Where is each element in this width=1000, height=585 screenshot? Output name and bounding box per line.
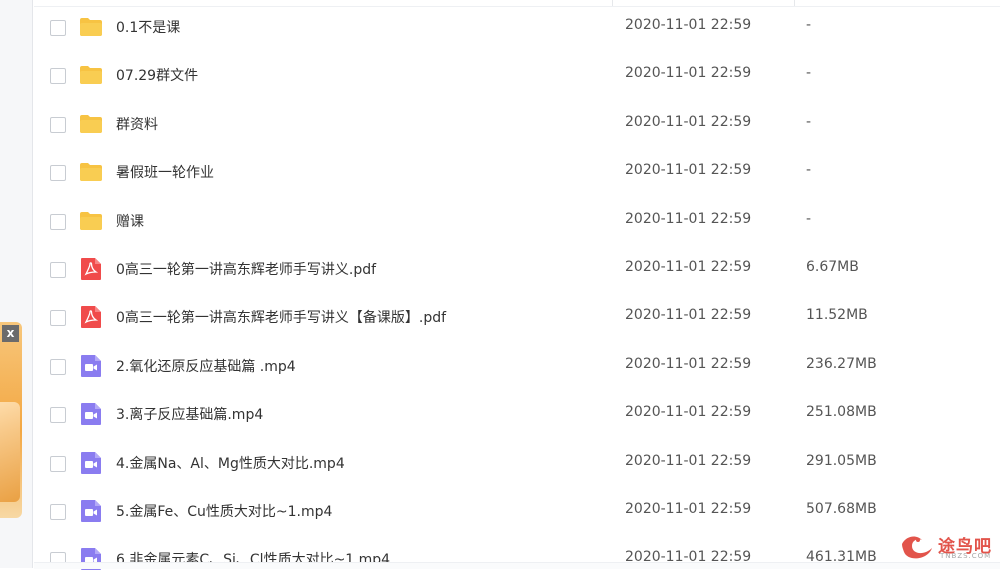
file-row[interactable]: 2.氧化还原反应基础篇 .mp4 2020-11-01 22:59 236.27MB: [34, 344, 1000, 392]
file-row[interactable]: 赠课 2020-11-01 22:59 -: [34, 199, 1000, 247]
file-modified-time: 2020-11-01 22:59: [625, 210, 752, 227]
file-name[interactable]: 07.29群文件: [116, 65, 198, 85]
file-size: -: [806, 65, 812, 82]
folder-icon: [79, 15, 103, 39]
file-size: -: [806, 210, 812, 227]
video-icon: [79, 402, 103, 426]
file-modified-time: 2020-11-01 22:59: [625, 404, 752, 421]
video-icon: [79, 499, 103, 523]
folder-icon: [79, 63, 103, 87]
ad-artwork: [0, 402, 20, 502]
file-row[interactable]: 07.29群文件 2020-11-01 22:59 -: [34, 53, 1000, 101]
pdf-icon: [79, 257, 103, 281]
file-name[interactable]: 4.金属Na、Al、Mg性质大对比.mp4: [116, 453, 345, 473]
pdf-icon: [79, 305, 103, 329]
folder-icon: [79, 160, 103, 184]
file-modified-time: 2020-11-01 22:59: [625, 65, 752, 82]
watermark-logo: 途鸟吧 TNBZS.COM: [898, 528, 998, 564]
file-name[interactable]: 群资料: [116, 114, 158, 134]
file-name[interactable]: 暑假班一轮作业: [116, 162, 214, 182]
file-row[interactable]: 0高三一轮第一讲高东辉老师手写讲义【备课版】.pdf 2020-11-01 22:…: [34, 295, 1000, 343]
file-list: 0.1不是课 2020-11-01 22:59 - 07.29群文件 2020-11-0…: [34, 0, 1000, 571]
watermark-subtext: TNBZS.COM: [940, 552, 992, 560]
video-icon: [79, 451, 103, 475]
file-modified-time: 2020-11-01 22:59: [625, 501, 752, 517]
file-size: 11.52MB: [806, 307, 868, 324]
file-modified-time: 2020-11-01 22:59: [625, 452, 752, 469]
left-panel: x: [0, 0, 33, 568]
file-name[interactable]: 2.氧化还原反应基础篇 .mp4: [116, 356, 296, 376]
row-checkbox[interactable]: [50, 116, 66, 133]
row-checkbox[interactable]: [50, 262, 66, 278]
row-checkbox[interactable]: [50, 213, 66, 230]
row-checkbox[interactable]: [50, 504, 66, 520]
bird-icon: [902, 536, 932, 559]
file-row[interactable]: 0高三一轮第一讲高东辉老师手写讲义.pdf 2020-11-01 22:59 6.6…: [34, 247, 1000, 295]
file-modified-time: 2020-11-01 22:59: [625, 113, 752, 130]
file-size: -: [806, 17, 812, 33]
row-checkbox[interactable]: [50, 407, 66, 424]
file-size: -: [806, 162, 812, 179]
file-modified-time: 2020-11-01 22:59: [625, 307, 752, 324]
file-name[interactable]: 0.1不是课: [116, 17, 180, 37]
file-row[interactable]: 群资料 2020-11-01 22:59 -: [34, 102, 1000, 150]
file-row[interactable]: 0.1不是课 2020-11-01 22:59 -: [34, 5, 1000, 53]
file-name[interactable]: 5.金属Fe、Cu性质大对比~1.mp4: [116, 501, 332, 521]
row-checkbox[interactable]: [50, 165, 66, 182]
file-row[interactable]: 4.金属Na、Al、Mg性质大对比.mp4 2020-11-01 22:59 291…: [34, 441, 1000, 489]
file-size: -: [806, 113, 812, 130]
file-row[interactable]: 暑假班一轮作业 2020-11-01 22:59 -: [34, 150, 1000, 198]
file-row[interactable]: 5.金属Fe、Cu性质大对比~1.mp4 2020-11-01 22:59 507.…: [34, 489, 1000, 537]
row-checkbox[interactable]: [50, 455, 66, 472]
row-checkbox[interactable]: [50, 310, 66, 327]
file-modified-time: 2020-11-01 22:59: [625, 17, 752, 33]
folder-icon: [79, 112, 103, 136]
file-size: 6.67MB: [806, 259, 859, 275]
file-name[interactable]: 0高三一轮第一讲高东辉老师手写讲义.pdf: [116, 259, 376, 279]
folder-icon: [79, 209, 103, 233]
file-name[interactable]: 赠课: [116, 211, 144, 231]
file-size: 507.68MB: [806, 501, 877, 517]
row-checkbox[interactable]: [50, 358, 66, 375]
file-modified-time: 2020-11-01 22:59: [625, 162, 752, 179]
file-modified-time: 2020-11-01 22:59: [625, 355, 752, 372]
side-ad-banner[interactable]: x: [0, 322, 22, 518]
ad-close-button[interactable]: x: [2, 325, 19, 342]
file-name[interactable]: 3.离子反应基础篇.mp4: [116, 404, 263, 424]
video-icon: [79, 354, 103, 378]
row-checkbox[interactable]: [50, 20, 66, 36]
row-checkbox[interactable]: [50, 68, 66, 85]
file-size: 236.27MB: [806, 355, 877, 372]
file-name[interactable]: 0高三一轮第一讲高东辉老师手写讲义【备课版】.pdf: [116, 307, 446, 327]
file-modified-time: 2020-11-01 22:59: [625, 259, 752, 275]
file-row[interactable]: 3.离子反应基础篇.mp4 2020-11-01 22:59 251.08MB: [34, 392, 1000, 440]
file-size: 291.05MB: [806, 452, 877, 469]
file-size: 251.08MB: [806, 404, 877, 421]
